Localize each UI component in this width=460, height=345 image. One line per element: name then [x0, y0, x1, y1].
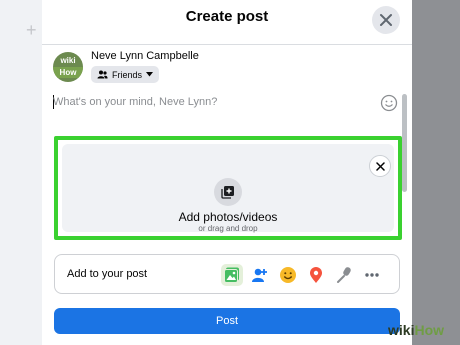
audience-selector[interactable]: Friends — [91, 66, 160, 83]
photo-video-button[interactable] — [221, 264, 243, 286]
page-background-left: + — [0, 0, 42, 345]
caret-down-icon — [146, 72, 154, 77]
add-media-icon-wrap — [214, 178, 242, 206]
add-media-highlight: Add photos/videos or drag and drop — [54, 136, 402, 240]
add-media-title: Add photos/videos — [178, 210, 278, 224]
microphone-icon — [337, 267, 351, 283]
emoji-icon — [380, 94, 398, 112]
watermark-logo: wikiHow — [388, 322, 444, 338]
more-icon — [365, 273, 379, 277]
plus-icon: + — [26, 20, 37, 40]
add-to-post-bar: Add to your post — [54, 254, 400, 294]
add-media-dropzone[interactable]: Add photos/videos or drag and drop — [62, 144, 394, 233]
feeling-icon — [280, 267, 296, 283]
check-in-button[interactable] — [305, 264, 327, 286]
photo-video-icon — [224, 267, 239, 283]
page-background-right — [412, 0, 460, 345]
avatar-text-top: wiki — [60, 56, 76, 65]
tag-people-icon — [252, 268, 267, 282]
avatar: wiki How — [53, 52, 83, 82]
photo-add-icon — [221, 186, 234, 199]
dialog-header: Create post — [42, 0, 412, 45]
emoji-button[interactable] — [380, 94, 398, 117]
watermark-part1: wiki — [388, 322, 415, 338]
add-media-subtitle: or drag and drop — [198, 224, 258, 233]
live-video-button[interactable] — [333, 264, 355, 286]
add-to-post-label: Add to your post — [67, 268, 148, 280]
user-name: Neve Lynn Campbelle — [91, 50, 199, 62]
friends-icon — [97, 70, 108, 79]
tag-people-button[interactable] — [249, 264, 271, 286]
dialog-title: Create post — [185, 8, 269, 25]
post-button[interactable]: Post — [54, 308, 400, 334]
close-dialog-button[interactable] — [372, 6, 400, 34]
close-icon — [375, 161, 385, 171]
close-icon — [380, 14, 392, 26]
feeling-activity-button[interactable] — [277, 264, 299, 286]
remove-media-button[interactable] — [369, 155, 391, 177]
audience-label: Friends — [112, 69, 143, 80]
post-text-input[interactable]: What's on your mind, Neve Lynn? — [53, 96, 217, 108]
check-in-icon — [310, 267, 322, 283]
avatar-text-bottom: How — [53, 67, 83, 78]
more-options-button[interactable] — [361, 264, 383, 286]
watermark-part2: How — [414, 322, 445, 338]
scrollbar-thumb[interactable] — [402, 94, 407, 192]
create-post-dialog: Create post wiki How Neve Lynn Campbelle… — [42, 0, 412, 345]
